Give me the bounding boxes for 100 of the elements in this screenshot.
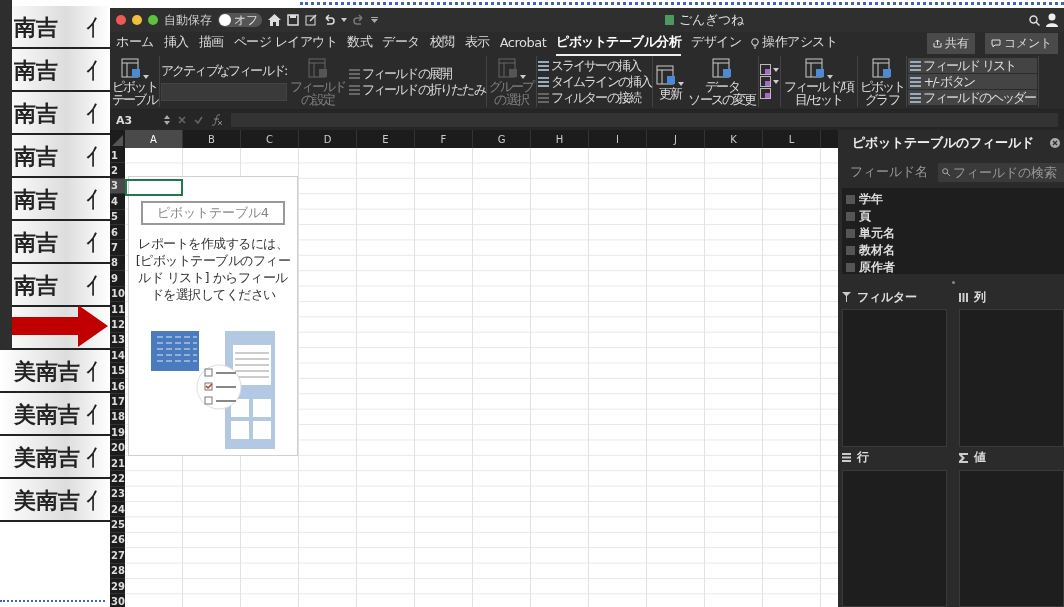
ribbon-button[interactable]: データ ソースの変更 — [687, 57, 757, 106]
ribbon-tab[interactable]: 数式 — [347, 30, 373, 56]
share-button[interactable]: 共有 — [927, 32, 975, 54]
ribbon-button[interactable]: スライサーの挿入 — [537, 58, 652, 73]
minimize-icon[interactable] — [132, 15, 142, 25]
row-header[interactable]: 8 — [110, 255, 125, 272]
row-header[interactable]: 10 — [110, 286, 125, 302]
column-header[interactable]: F — [415, 130, 473, 148]
ribbon-tab[interactable]: データ — [382, 30, 420, 56]
row-header[interactable]: 1 — [110, 148, 125, 164]
column-header[interactable]: I — [589, 130, 647, 148]
autosave-toggle[interactable]: オフ — [218, 13, 262, 27]
column-header[interactable]: H — [531, 130, 589, 148]
row-header[interactable]: 12 — [110, 317, 125, 333]
ribbon-tab[interactable]: ページ レイアウト — [233, 30, 338, 56]
row-header[interactable]: 2 — [110, 163, 125, 179]
ribbon-button[interactable]: 更新 — [654, 63, 686, 100]
column-header[interactable]: K — [705, 130, 763, 148]
row-header[interactable]: 30 — [110, 594, 125, 607]
field-checkbox[interactable] — [846, 246, 855, 255]
close-icon[interactable] — [116, 15, 126, 25]
caret-icon[interactable] — [341, 18, 347, 22]
list-icon — [348, 68, 360, 79]
field-checkbox[interactable] — [846, 212, 855, 221]
column-header[interactable]: D — [299, 130, 357, 148]
row-header[interactable]: 19 — [110, 425, 125, 441]
assist-tab[interactable]: 操作アシスト — [762, 30, 838, 56]
cell-grid[interactable]: ピボットテーブル4 レポートを作成するには、[ピボットテーブルのフィールド リスト] からフィールドを選択してください — [125, 148, 838, 607]
row-header[interactable]: 11 — [110, 301, 125, 318]
ribbon-toggle[interactable]: フィールド リスト — [908, 58, 1038, 73]
ribbon-button[interactable]: フィールド/項目/セット — [781, 57, 856, 106]
row-header[interactable]: 23 — [110, 486, 125, 502]
row-header[interactable]: 13 — [110, 332, 125, 349]
row-header[interactable]: 15 — [110, 363, 125, 379]
ribbon-tab[interactable]: ホーム — [116, 30, 154, 56]
row-header[interactable]: 28 — [110, 563, 125, 579]
row-header[interactable]: 6 — [110, 224, 125, 241]
row-header[interactable]: 24 — [110, 502, 125, 518]
row-header[interactable]: 20 — [110, 440, 125, 456]
undo-icon[interactable] — [323, 14, 335, 26]
filter-icon — [842, 292, 851, 302]
row-header[interactable]: 25 — [110, 517, 125, 533]
ribbon-toggle[interactable]: +/- ボタン — [908, 74, 1038, 89]
user-icon[interactable] — [1046, 13, 1058, 27]
column-header[interactable]: A — [125, 130, 183, 148]
row-header[interactable]: 21 — [110, 455, 125, 472]
row-header[interactable]: 26 — [110, 532, 125, 549]
row-header[interactable]: 14 — [110, 348, 125, 364]
column-header[interactable]: C — [241, 130, 299, 148]
comment-button[interactable]: コメント — [985, 32, 1058, 54]
field-checkbox[interactable] — [846, 195, 855, 204]
zoom-icon[interactable] — [148, 15, 158, 25]
name-box[interactable]: A3 — [116, 113, 156, 127]
field-checkbox[interactable] — [846, 263, 855, 272]
row-header[interactable]: 7 — [110, 240, 125, 256]
ribbon-toggle[interactable]: フィールドのヘッダー — [908, 90, 1038, 105]
ribbon-tab[interactable]: 描画 — [198, 30, 224, 56]
function-icon[interactable] — [211, 114, 223, 126]
row-header[interactable]: 16 — [110, 378, 125, 395]
field-search-input[interactable]: フィールドの検索 — [938, 162, 1064, 182]
splitter-handle-icon[interactable] — [951, 280, 955, 284]
row-header[interactable]: 29 — [110, 578, 125, 595]
row-header[interactable]: 4 — [110, 194, 125, 210]
column-header[interactable]: L — [763, 130, 821, 148]
ribbon-tab[interactable]: 挿入 — [163, 30, 189, 56]
row-header[interactable]: 17 — [110, 394, 125, 410]
column-header[interactable]: G — [473, 130, 531, 148]
active-field-input[interactable] — [160, 83, 287, 101]
ribbon-button[interactable]: ピボット グラフ — [858, 57, 906, 106]
ribbon-tab[interactable]: Acrobat — [499, 31, 547, 55]
ribbon-tab[interactable]: 校閲 — [429, 30, 455, 56]
ribbon-button[interactable]: ピボット テーブル — [111, 57, 158, 106]
home-icon[interactable] — [268, 14, 281, 26]
row-header[interactable]: 5 — [110, 209, 125, 225]
column-header[interactable]: J — [647, 130, 705, 148]
column-header[interactable]: B — [183, 130, 241, 148]
stepper-icon[interactable] — [164, 115, 170, 125]
search-icon — [942, 168, 950, 176]
search-icon[interactable] — [1029, 14, 1040, 26]
ribbon-tab[interactable]: ピボットテーブル分析 — [556, 30, 682, 56]
row-header[interactable]: 22 — [110, 471, 125, 487]
redo-icon[interactable] — [353, 14, 365, 26]
comment-icon — [991, 38, 1001, 48]
row-header[interactable]: 9 — [110, 271, 125, 287]
ribbon-icon-button[interactable] — [759, 64, 779, 75]
save-icon[interactable] — [287, 14, 299, 26]
row-header[interactable]: 18 — [110, 409, 125, 426]
check-icon[interactable] — [194, 116, 203, 124]
field-checkbox[interactable] — [846, 229, 855, 238]
ribbon-tab[interactable]: デザイン — [691, 30, 742, 56]
ribbon-icon-button[interactable] — [759, 76, 779, 87]
selected-cell[interactable] — [125, 178, 183, 197]
ribbon-tab[interactable]: 表示 — [464, 30, 490, 56]
cancel-icon[interactable] — [178, 116, 186, 124]
close-icon[interactable] — [1050, 138, 1060, 148]
ribbon-button[interactable]: タイムラインの挿入 — [537, 74, 652, 89]
more-icon[interactable] — [371, 17, 378, 23]
edit-icon[interactable] — [305, 14, 317, 26]
row-header[interactable]: 27 — [110, 548, 125, 564]
column-header[interactable]: E — [357, 130, 415, 148]
